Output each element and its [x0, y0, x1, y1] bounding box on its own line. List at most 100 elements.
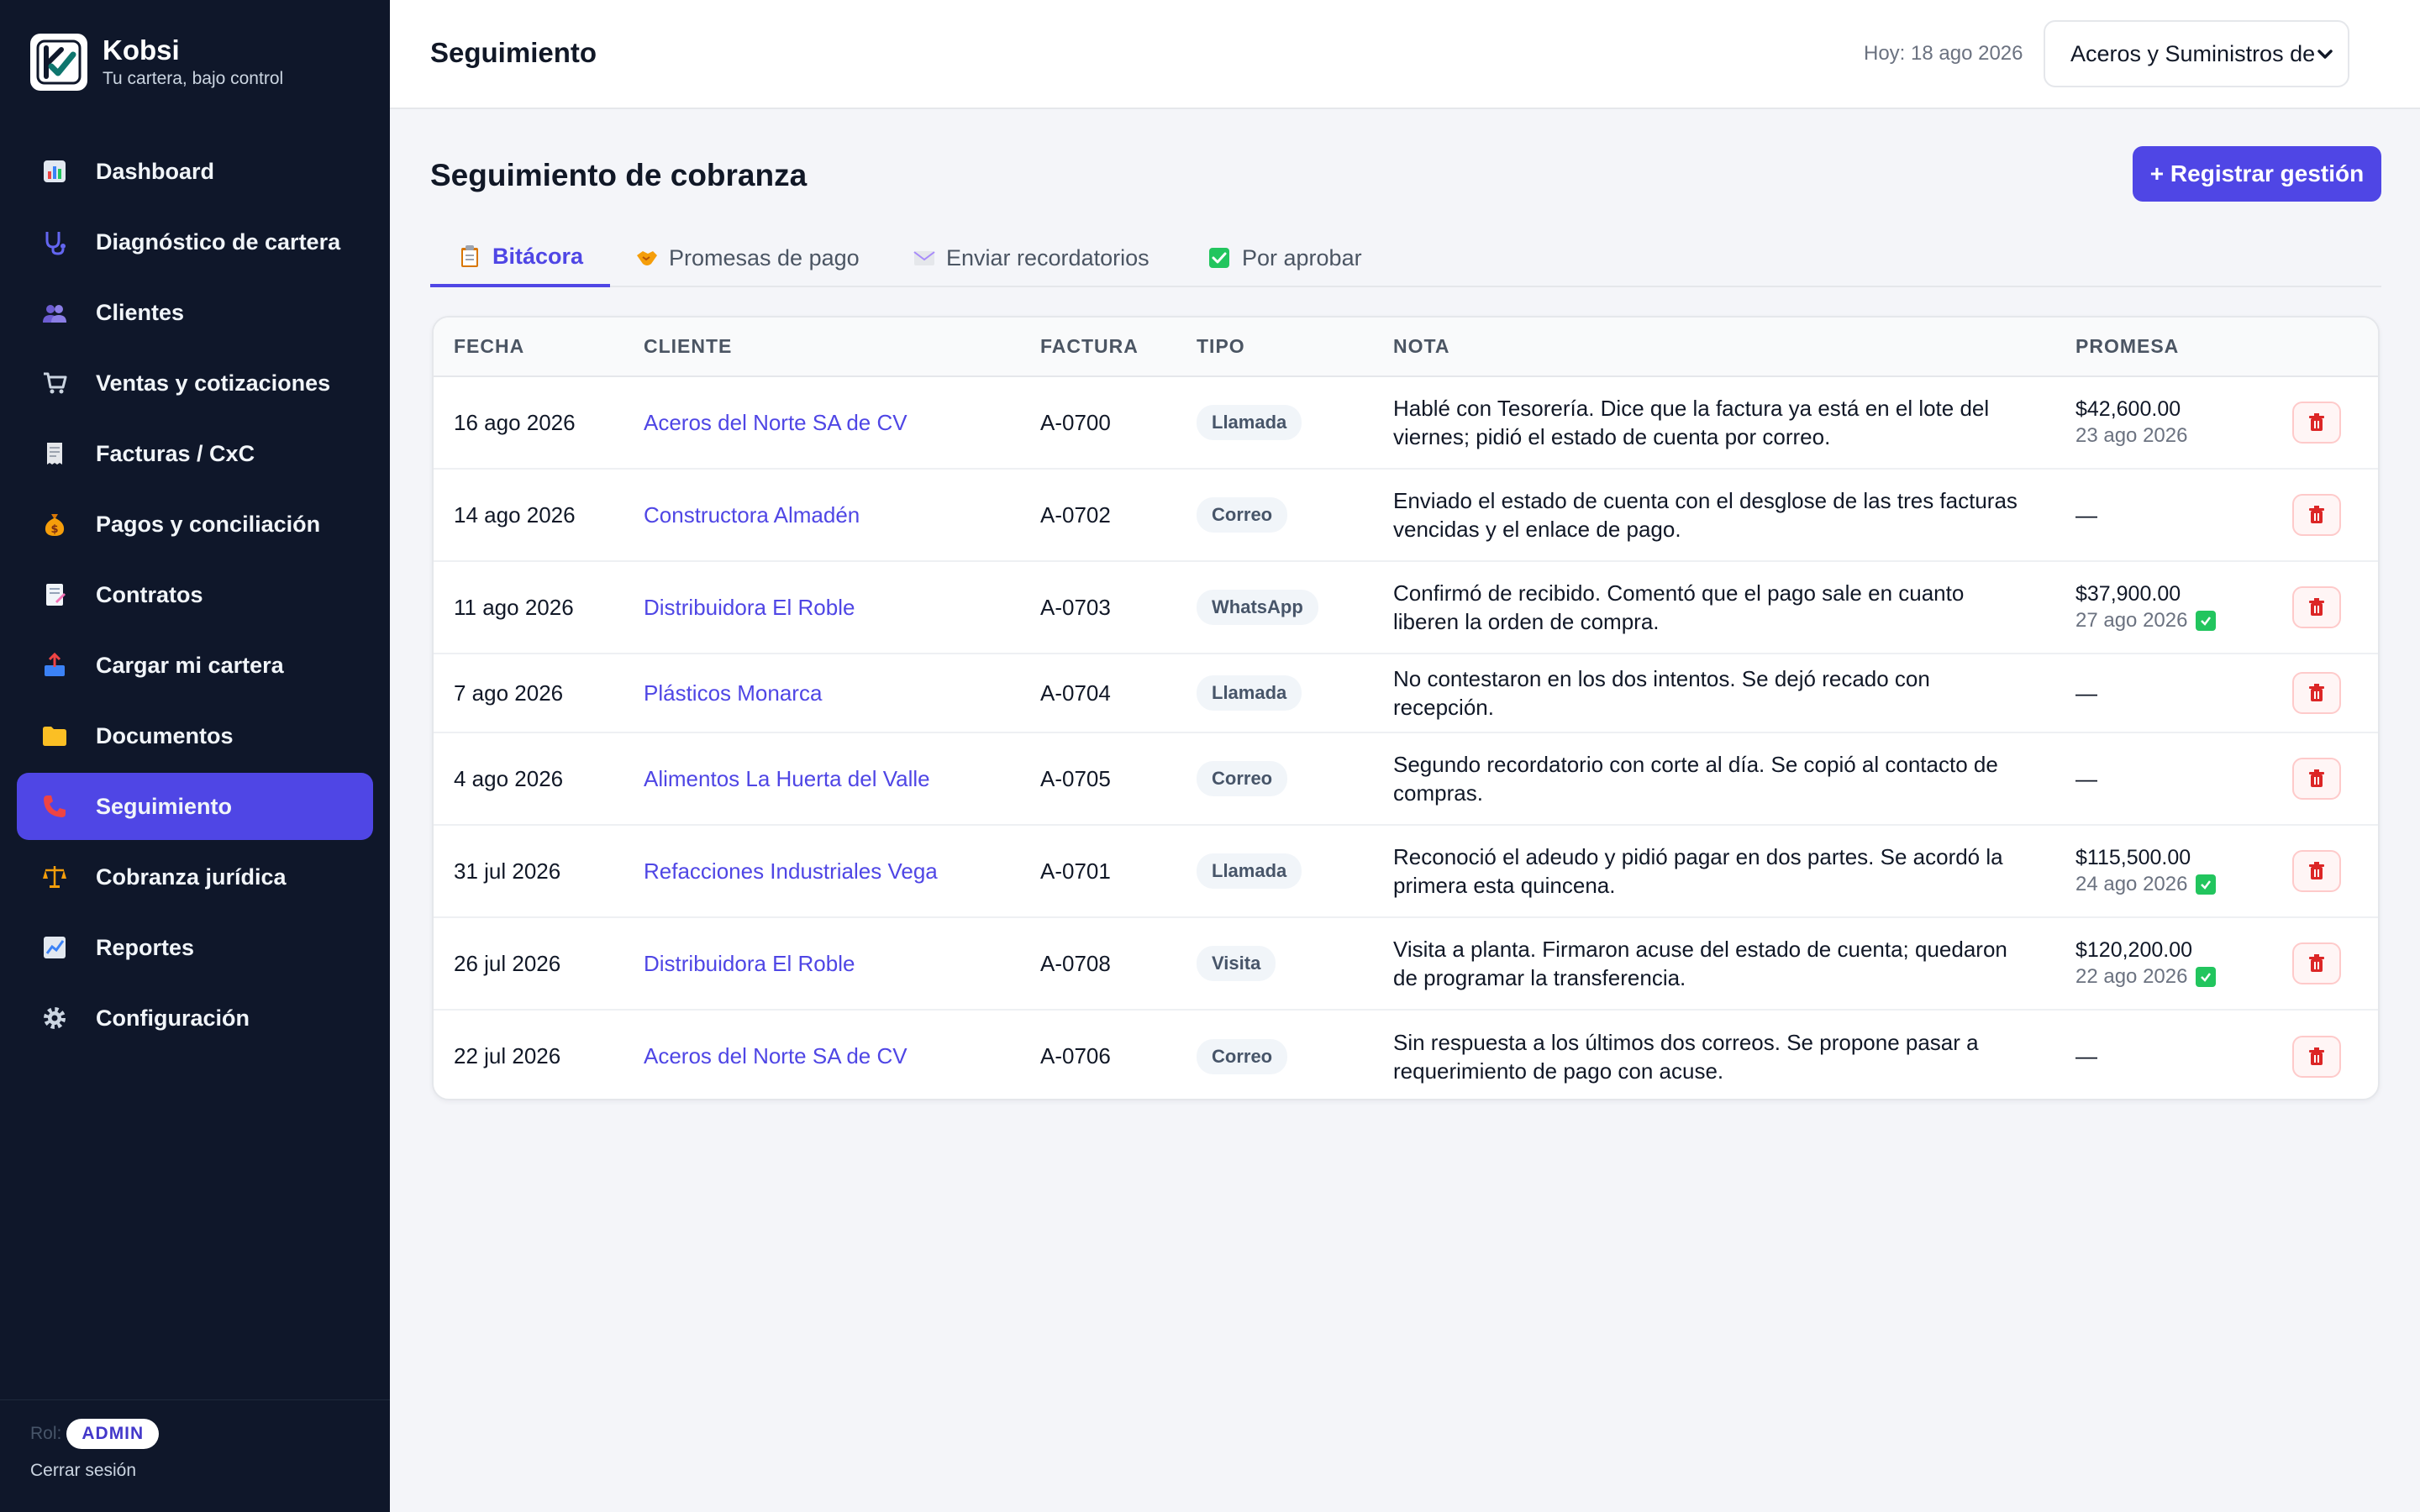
sidebar-item-label: Facturas / CxC — [96, 440, 255, 466]
cell-factura: A-0702 — [1020, 469, 1176, 562]
delete-button[interactable] — [2292, 942, 2341, 984]
col-header-promesa[interactable]: PROMESA — [2055, 318, 2269, 377]
brand[interactable]: Kobsi Tu cartera, bajo control — [30, 34, 283, 91]
sidebar-nav: Dashboard Diagnóstico de cartera Cliente… — [17, 138, 373, 1055]
receipt-icon — [40, 439, 69, 468]
client-link[interactable]: Distribuidora El Roble — [644, 595, 855, 620]
phone-icon — [40, 792, 69, 821]
client-link[interactable]: Alimentos La Huerta del Valle — [644, 766, 930, 791]
bitacora-table-card: FECHA CLIENTE FACTURA TIPO NOTA PROMESA … — [432, 316, 2380, 1100]
client-link[interactable]: Distribuidora El Roble — [644, 951, 855, 976]
promise-amount: $115,500.00 — [2075, 846, 2191, 869]
register-action-button[interactable]: + Registrar gestión — [2133, 146, 2381, 202]
client-link[interactable]: Plásticos Monarca — [644, 680, 822, 706]
app-tagline: Tu cartera, bajo control — [103, 69, 284, 88]
col-header-factura[interactable]: FACTURA — [1020, 318, 1176, 377]
topbar: Seguimiento Hoy: 18 ago 2026 Aceros y Su… — [390, 0, 2420, 109]
tabs: Bitácora Promesas de pago Enviar recorda… — [430, 228, 2381, 287]
sidebar-item-dashboard[interactable]: Dashboard — [17, 138, 373, 205]
sidebar-item-facturas[interactable]: Facturas / CxC — [17, 420, 373, 487]
contract-icon — [40, 580, 69, 609]
promise-empty: — — [2075, 1043, 2097, 1068]
company-select[interactable]: Aceros y Suministros del Bajío — [2044, 20, 2349, 87]
cell-nota: Segundo recordatorio con corte al día. S… — [1373, 732, 2055, 826]
table-header-row: FECHA CLIENTE FACTURA TIPO NOTA PROMESA — [434, 318, 2378, 377]
sidebar-item-configuracion[interactable]: Configuración — [17, 984, 373, 1052]
delete-button[interactable] — [2292, 402, 2341, 444]
tab-bitacora[interactable]: Bitácora — [430, 228, 611, 287]
sidebar-item-pagos[interactable]: $ Pagos y conciliación — [17, 491, 373, 558]
type-badge: Correo — [1197, 761, 1288, 796]
sidebar-item-label: Clientes — [96, 299, 185, 325]
section-title: Seguimiento de cobranza — [430, 158, 808, 192]
cell-factura: A-0708 — [1020, 917, 1176, 1011]
sidebar-item-reportes[interactable]: Reportes — [17, 914, 373, 981]
sidebar-item-label: Cobranza jurídica — [96, 864, 287, 890]
today-date: Hoy: 18 ago 2026 — [1864, 42, 2023, 65]
col-header-fecha[interactable]: FECHA — [434, 318, 623, 377]
sidebar-item-label: Contratos — [96, 581, 203, 607]
cell-factura: A-0701 — [1020, 825, 1176, 918]
table-row: 31 jul 2026 Refacciones Industriales Veg… — [434, 825, 2378, 918]
envelope-icon — [913, 246, 936, 270]
sidebar-item-label: Cargar mi cartera — [96, 652, 284, 678]
money-bag-icon: $ — [40, 510, 69, 538]
sidebar-item-contratos[interactable]: Contratos — [17, 561, 373, 628]
sidebar-item-seguimiento[interactable]: Seguimiento — [17, 773, 373, 840]
folder-icon — [40, 722, 69, 750]
promise-date: 22 ago 2026 — [2075, 965, 2188, 988]
delete-button[interactable] — [2292, 850, 2341, 892]
sidebar-item-label: Ventas y cotizaciones — [96, 370, 331, 396]
promise-date: 23 ago 2026 — [2075, 424, 2188, 447]
logout-link[interactable]: Cerrar sesión — [30, 1461, 390, 1481]
cell-fecha: 7 ago 2026 — [434, 654, 623, 733]
sidebar-item-cobranza-juridica[interactable]: Cobranza jurídica — [17, 843, 373, 911]
sidebar-item-clientes[interactable]: Clientes — [17, 279, 373, 346]
sidebar-item-ventas[interactable]: Ventas y cotizaciones — [17, 349, 373, 417]
sidebar-item-documentos[interactable]: Documentos — [17, 702, 373, 769]
checkbox-icon — [1208, 246, 1232, 270]
bar-chart-icon — [40, 157, 69, 186]
tab-por-aprobar[interactable]: Por aprobar — [1208, 228, 1362, 287]
col-header-nota[interactable]: NOTA — [1373, 318, 2055, 377]
cell-factura: A-0705 — [1020, 732, 1176, 826]
cell-nota: No contestaron en los dos intentos. Se d… — [1373, 654, 2055, 733]
type-badge: Llamada — [1197, 405, 1302, 440]
table-row: 14 ago 2026 Constructora Almadén A-0702 … — [434, 469, 2378, 562]
table-row: 26 jul 2026 Distribuidora El Roble A-070… — [434, 917, 2378, 1011]
cell-fecha: 22 jul 2026 — [454, 1043, 561, 1068]
tab-recordatorios[interactable]: Enviar recordatorios — [913, 228, 1150, 287]
client-link[interactable]: Aceros del Norte SA de CV — [644, 1043, 908, 1068]
delete-button[interactable] — [2292, 586, 2341, 628]
col-header-cliente[interactable]: CLIENTE — [623, 318, 1020, 377]
handshake-icon — [635, 246, 659, 270]
role-label: Rol: — [30, 1424, 62, 1443]
cell-nota: Confirmó de recibido. Comentó que el pag… — [1373, 561, 2055, 654]
sidebar-item-label: Diagnóstico de cartera — [96, 228, 341, 255]
sidebar-item-label: Pagos y conciliación — [96, 511, 321, 537]
tab-promesas[interactable]: Promesas de pago — [635, 228, 860, 287]
client-link[interactable]: Refacciones Industriales Vega — [644, 858, 938, 884]
clipboard-icon — [459, 244, 482, 268]
trash-icon — [2309, 954, 2324, 972]
cell-nota: Hablé con Tesorería. Dice que la factura… — [1373, 376, 2055, 470]
col-header-tipo[interactable]: TIPO — [1176, 318, 1373, 377]
trash-icon — [2309, 862, 2324, 879]
delete-button[interactable] — [2292, 672, 2341, 714]
trash-icon — [2309, 506, 2324, 523]
promise-amount: $120,200.00 — [2075, 938, 2193, 962]
type-badge: Llamada — [1197, 675, 1302, 711]
delete-button[interactable] — [2292, 494, 2341, 536]
fulfilled-check-icon — [2196, 874, 2217, 895]
tab-label: Bitácora — [492, 243, 584, 269]
cell-nota: Reconoció el adeudo y pidió pagar en dos… — [1373, 825, 2055, 918]
table-row: 7 ago 2026 Plásticos Monarca A-0704 Llam… — [434, 654, 2378, 733]
client-link[interactable]: Aceros del Norte SA de CV — [644, 410, 908, 435]
delete-button[interactable] — [2292, 1035, 2341, 1078]
sidebar-item-label: Configuración — [96, 1005, 250, 1031]
sidebar-item-diagnostico[interactable]: Diagnóstico de cartera — [17, 208, 373, 276]
sidebar-item-cargar[interactable]: Cargar mi cartera — [17, 632, 373, 699]
table-row: 22 jul 2026 Aceros del Norte SA de CV A-… — [434, 1010, 2378, 1099]
client-link[interactable]: Constructora Almadén — [644, 502, 860, 528]
delete-button[interactable] — [2292, 758, 2341, 800]
